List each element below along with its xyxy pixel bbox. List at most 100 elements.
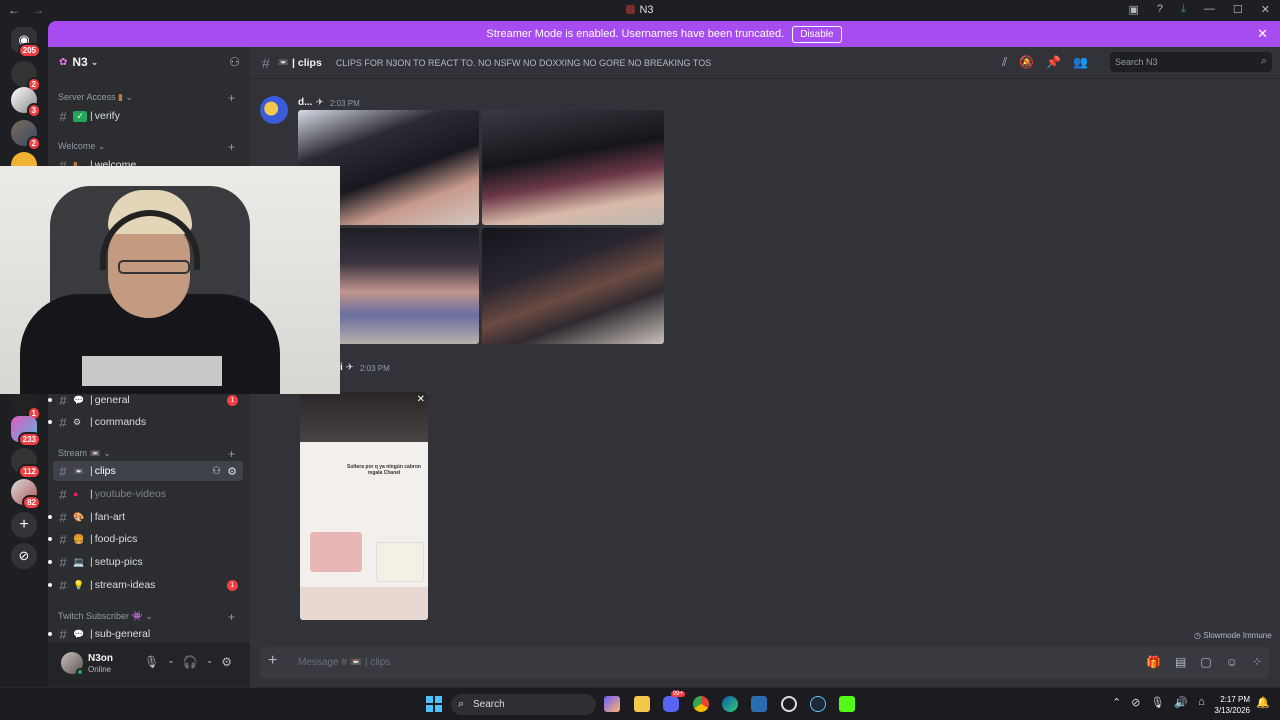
copilot-icon[interactable] (604, 696, 620, 712)
taskbar-search[interactable]: ⌕ Search (451, 694, 596, 715)
search-placeholder: Search N3 (1115, 57, 1158, 67)
channel-name: stream-ideas (94, 579, 156, 591)
unread-badge: 2 (26, 136, 41, 151)
message-composer[interactable]: + Message # 📼 | clips 🎁 ▤ ▢ ☺ ⁘ (260, 647, 1270, 679)
gif-icon[interactable]: ▤ (1175, 655, 1186, 669)
image-attachment[interactable] (482, 110, 664, 225)
message-author[interactable]: d... (298, 97, 312, 108)
steam-icon[interactable] (810, 696, 826, 712)
file-explorer-icon[interactable] (634, 696, 650, 712)
online-status-icon (76, 668, 84, 676)
member-list-icon[interactable]: 👥 (1073, 55, 1088, 70)
category-twitch-subscriber[interactable]: Twitch Subscriber 👾 ⌄ + (58, 610, 235, 624)
download-icon[interactable]: ⤓ (1181, 3, 1186, 16)
server-header[interactable]: ✿ N3 ⌄ ⚇ (48, 47, 250, 77)
emoji-icon[interactable]: ☺ (1226, 655, 1238, 669)
kick-icon[interactable] (839, 696, 855, 712)
speech-bubble-icon: 💬 (73, 394, 85, 405)
channel-stream-ideas[interactable]: # 💡 | stream-ideas 1 (48, 575, 243, 595)
notification-bell-icon[interactable]: 🔔 (1256, 696, 1270, 709)
server-icon[interactable]: 233 (11, 416, 41, 447)
chevron-up-icon[interactable]: ⌃ (1112, 696, 1121, 709)
close-icon[interactable]: ✕ (417, 394, 425, 405)
invite-icon[interactable]: ⚇ (212, 466, 221, 477)
image-attachment[interactable] (482, 228, 664, 344)
chrome-icon[interactable] (693, 696, 709, 712)
taskbar-clock[interactable]: 2:17 PM 3/13/2026 (1212, 694, 1250, 716)
chevron-down-icon[interactable]: ⌄ (167, 655, 175, 669)
streamer-mode-banner: Streamer Mode is enabled. Usernames have… (48, 21, 1280, 47)
channel-name: general (94, 394, 130, 406)
category-server-access[interactable]: Server Access ▮ ⌄ + (58, 91, 235, 105)
store-icon[interactable] (751, 696, 767, 712)
add-channel-icon[interactable]: + (228, 140, 235, 154)
notification-badge: 99+ (670, 691, 685, 697)
category-welcome[interactable]: Welcome ⌄ + (58, 140, 235, 154)
invite-icon[interactable]: ⚇ (229, 55, 240, 69)
channel-name: youtube-videos (94, 488, 166, 500)
server-icon[interactable]: 2 (11, 61, 41, 92)
channel-topic[interactable]: CLIPS FOR N3ON TO REACT TO. NO NSFW NO D… (336, 58, 711, 68)
disable-button[interactable]: Disable (792, 25, 842, 43)
channel-commands[interactable]: # ⚙ | commands (48, 412, 243, 432)
attach-plus-icon[interactable]: + (268, 652, 277, 670)
search-input[interactable]: Search N3 ⌕ (1110, 52, 1272, 72)
network-icon[interactable]: ⌂ (1198, 696, 1205, 709)
message-author[interactable]: i (340, 362, 343, 373)
chat-area: # 📼 | clips CLIPS FOR N3ON TO REACT TO. … (250, 47, 1280, 687)
close-icon[interactable]: ✕ (1261, 3, 1270, 16)
channel-verify[interactable]: # ✓ | verify (53, 106, 243, 126)
add-server-icon[interactable]: + (11, 512, 37, 538)
channel-sub-general[interactable]: # 💬 | sub-general (48, 624, 243, 644)
volume-icon[interactable]: 🔊 (1174, 696, 1188, 709)
channel-clips[interactable]: # 📼 | clips ⚇ ⚙ (53, 461, 243, 481)
server-icon[interactable]: 82 (11, 479, 41, 510)
maximize-icon[interactable]: ☐ (1233, 3, 1243, 16)
minimize-icon[interactable]: — (1204, 3, 1215, 16)
app-icon[interactable] (781, 696, 797, 712)
chevron-down-icon[interactable]: ⌄ (206, 655, 214, 669)
channel-youtube-videos[interactable]: # ● | youtube-videos (53, 484, 243, 504)
hash-icon: # (59, 531, 67, 547)
discord-icon[interactable]: 99+ (663, 691, 685, 712)
explore-icon[interactable]: ⊘ (11, 543, 37, 569)
app-tray-icon[interactable]: ⊘ (1131, 696, 1140, 709)
headphones-icon[interactable]: 🎧 (183, 655, 198, 669)
settings-gear-icon[interactable]: ⚙ (227, 465, 237, 478)
burger-icon: 🍔 (73, 533, 85, 544)
settings-gear-icon[interactable]: ⚙ (221, 655, 232, 669)
notification-bell-muted-icon[interactable]: 🔕 (1019, 55, 1034, 70)
username[interactable]: N3on (88, 653, 113, 664)
channel-header: # 📼 | clips CLIPS FOR N3ON TO REACT TO. … (250, 47, 1280, 79)
search-icon: ⌕ (458, 698, 465, 710)
channel-food-pics[interactable]: # 🍔 | food-pics (48, 529, 243, 549)
user-status: Online (88, 665, 112, 674)
chevron-down-icon: ⌄ (90, 56, 99, 67)
category-stream[interactable]: Stream 📼 ⌄ + (58, 447, 235, 461)
microphone-icon[interactable]: 🎙 (1150, 696, 1164, 709)
taskbar-search-label: Search (473, 699, 505, 710)
message-input[interactable]: Message # 📼 | clips (298, 657, 390, 668)
server-icon[interactable]: 112 (11, 448, 41, 479)
banner-close-icon[interactable]: ✕ (1257, 26, 1268, 42)
sticker-icon[interactable]: ▢ (1200, 655, 1211, 669)
server-icon[interactable]: 3 (11, 87, 41, 118)
windows-start-icon[interactable] (426, 696, 442, 712)
add-channel-icon[interactable]: + (228, 91, 235, 105)
apps-icon[interactable]: ⁘ (1252, 655, 1262, 669)
channel-setup-pics[interactable]: # 💻 | setup-pics (48, 552, 243, 572)
add-channel-icon[interactable]: + (228, 610, 235, 624)
pin-icon[interactable]: 📌 (1046, 55, 1061, 70)
story-image-attachment[interactable]: ✕ Soltera por q ya ningún cabron regala … (300, 392, 428, 620)
avatar[interactable] (260, 96, 288, 124)
help-icon[interactable]: ? (1157, 3, 1163, 16)
cast-icon[interactable]: ▣ (1129, 3, 1139, 16)
edge-icon[interactable] (722, 696, 738, 712)
gift-icon[interactable]: 🎁 (1146, 655, 1161, 669)
threads-icon[interactable]: ⫽ (1002, 55, 1007, 70)
add-channel-icon[interactable]: + (228, 447, 235, 461)
direct-messages-icon[interactable]: ◉ 205 (11, 27, 41, 58)
server-icon[interactable]: 2 (11, 120, 41, 151)
microphone-icon[interactable]: 🎙 (144, 655, 159, 669)
channel-fan-art[interactable]: # 🎨 | fan-art (48, 507, 243, 527)
